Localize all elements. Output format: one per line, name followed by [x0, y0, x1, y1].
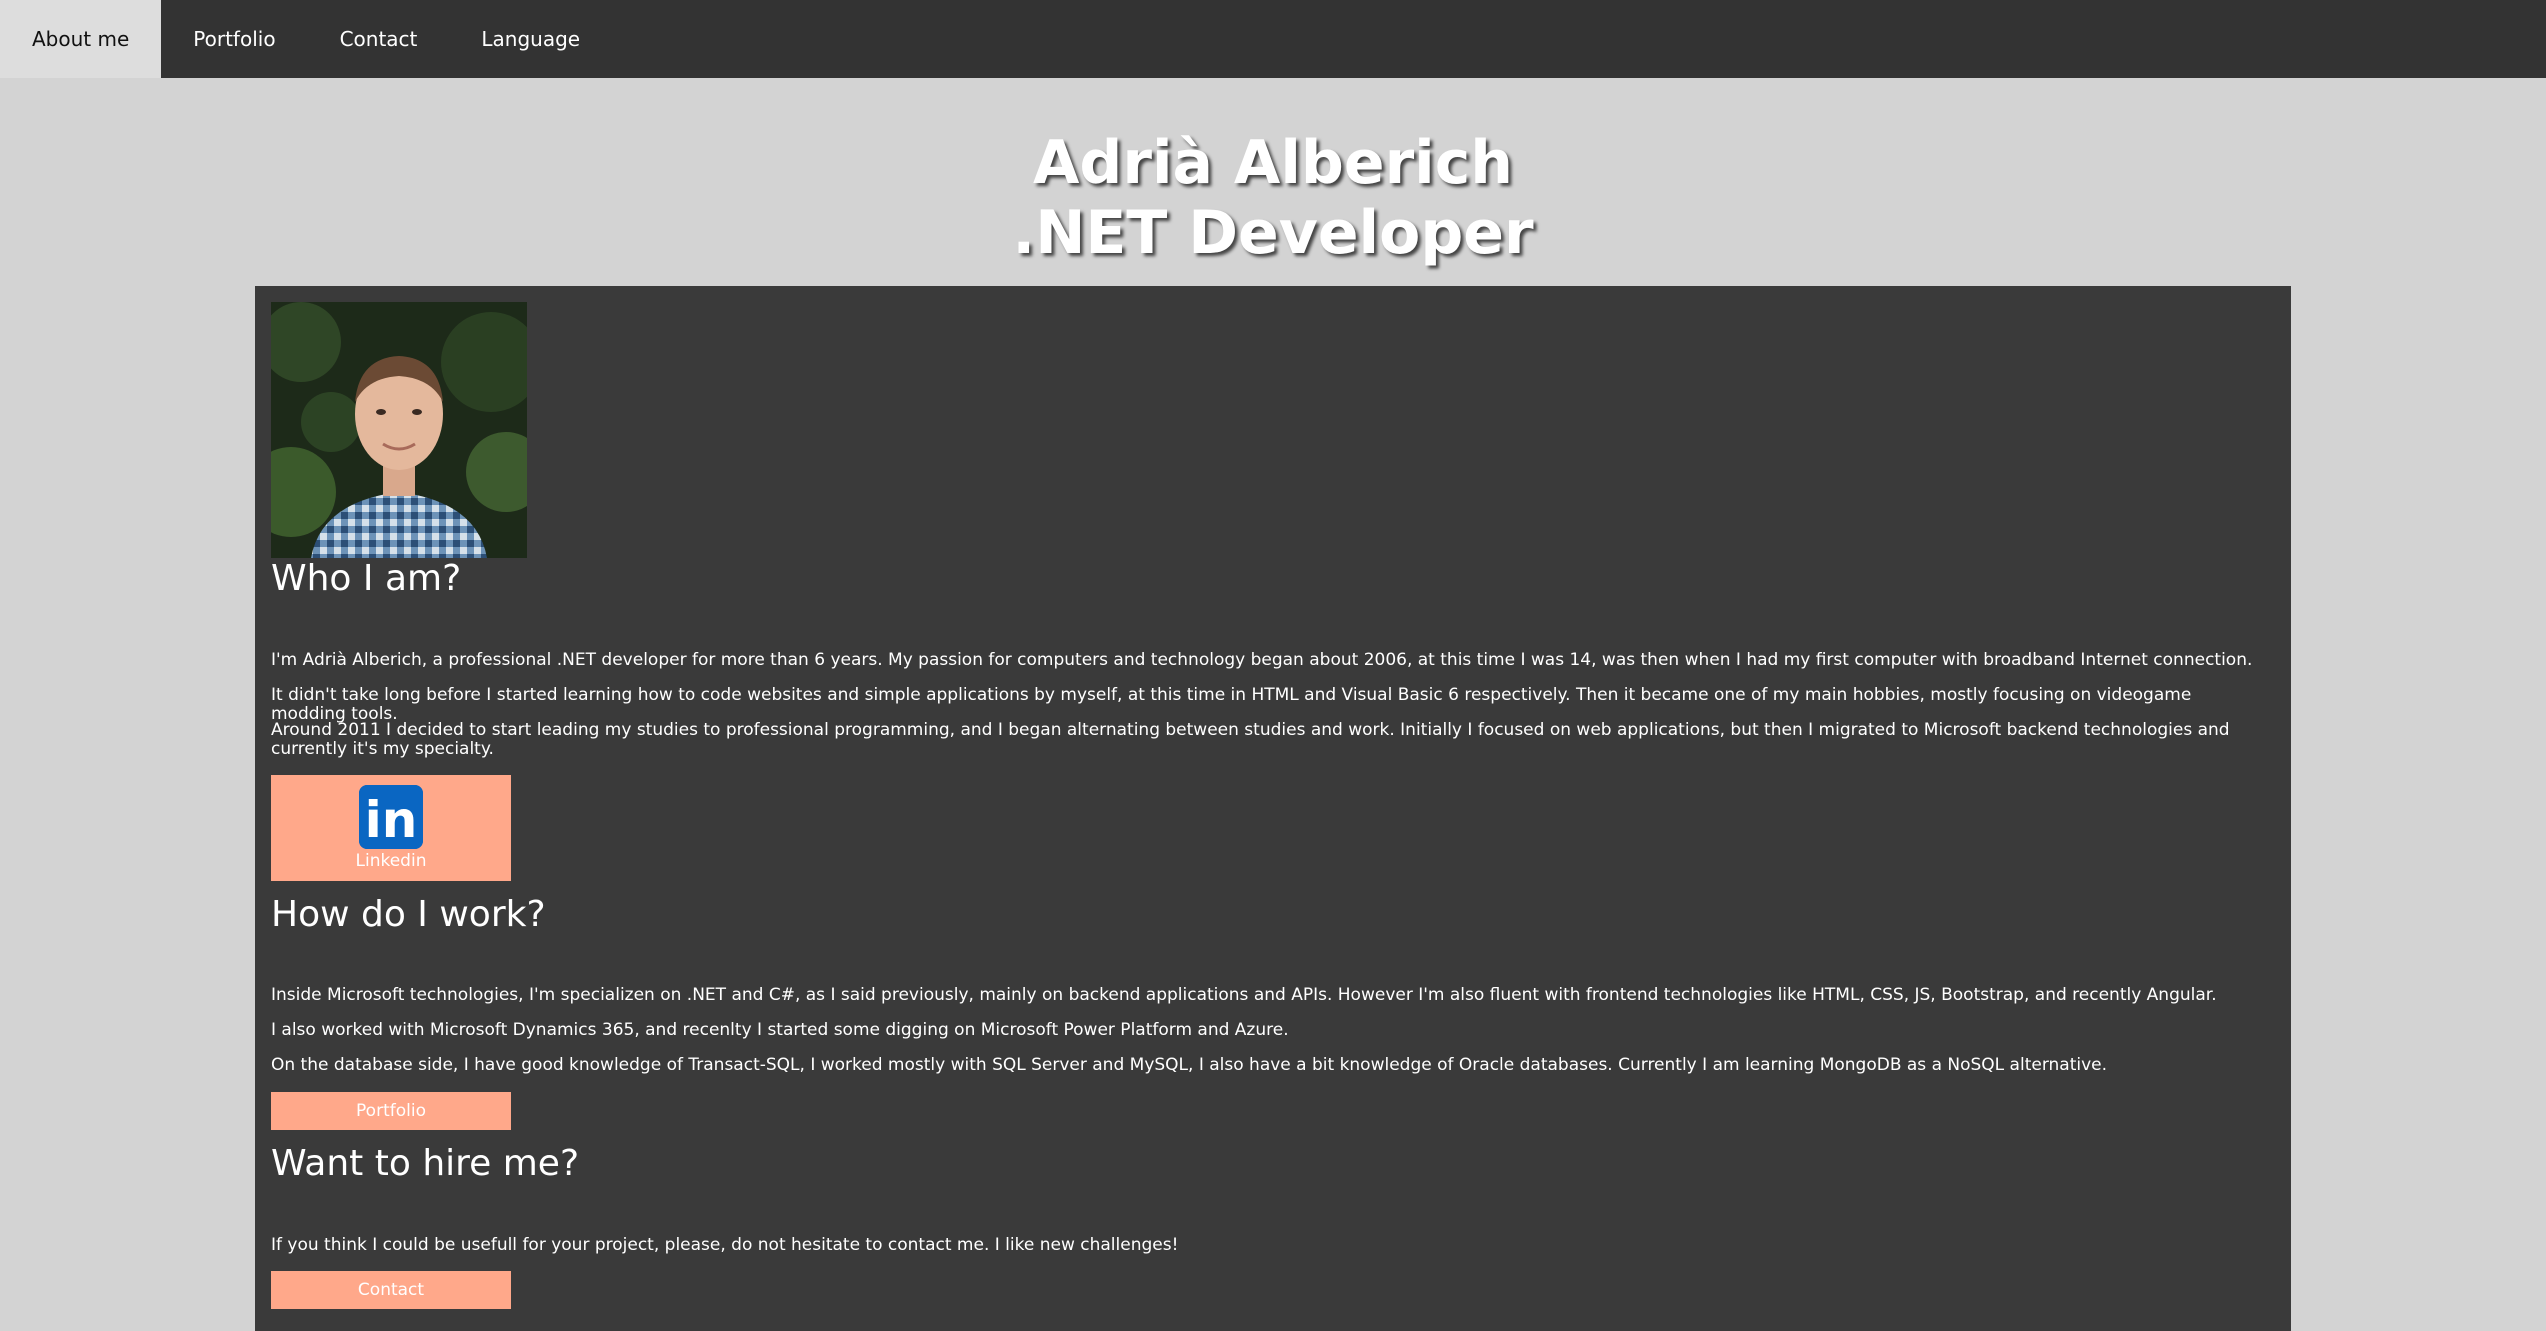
linkedin-label: Linkedin: [355, 851, 427, 871]
hire-paragraph: If you think I could be usefull for your…: [271, 1235, 1179, 1255]
portfolio-button[interactable]: Portfolio: [271, 1092, 511, 1130]
linkedin-icon: in: [359, 785, 423, 849]
main-content: Who I am? I'm Adrià Alberich, a professi…: [255, 286, 2291, 1331]
about-paragraph-3: Around 2011 I decided to start leading m…: [271, 720, 2230, 759]
nav-item-contact[interactable]: Contact: [308, 0, 450, 78]
profile-photo: [271, 302, 527, 558]
linkedin-button[interactable]: in Linkedin: [271, 775, 511, 881]
section-title-want-to-hire-me: Want to hire me?: [271, 1143, 580, 1184]
nav-item-about-me[interactable]: About me: [0, 0, 162, 78]
work-paragraph-1: Inside Microsoft technologies, I'm speci…: [271, 985, 2217, 1005]
header-name: Adrià Alberich: [1033, 128, 1513, 198]
contact-button[interactable]: Contact: [271, 1271, 511, 1309]
work-paragraph-3: On the database side, I have good knowle…: [271, 1055, 2108, 1075]
section-title-how-do-i-work: How do I work?: [271, 894, 546, 935]
page-header: Adrià Alberich .NET Developer: [0, 128, 2546, 268]
nav-item-language[interactable]: Language: [449, 0, 612, 78]
svg-text:in: in: [365, 791, 418, 849]
nav-item-portfolio[interactable]: Portfolio: [161, 0, 307, 78]
top-navbar: About me Portfolio Contact Language: [0, 0, 2546, 78]
about-paragraph-2: It didn't take long before I started lea…: [271, 685, 2192, 724]
header-role: .NET Developer: [1012, 198, 1534, 268]
section-title-who-i-am: Who I am?: [271, 558, 462, 599]
work-paragraph-2: I also worked with Microsoft Dynamics 36…: [271, 1020, 1289, 1040]
about-paragraph-1: I'm Adrià Alberich, a professional .NET …: [271, 650, 2253, 670]
